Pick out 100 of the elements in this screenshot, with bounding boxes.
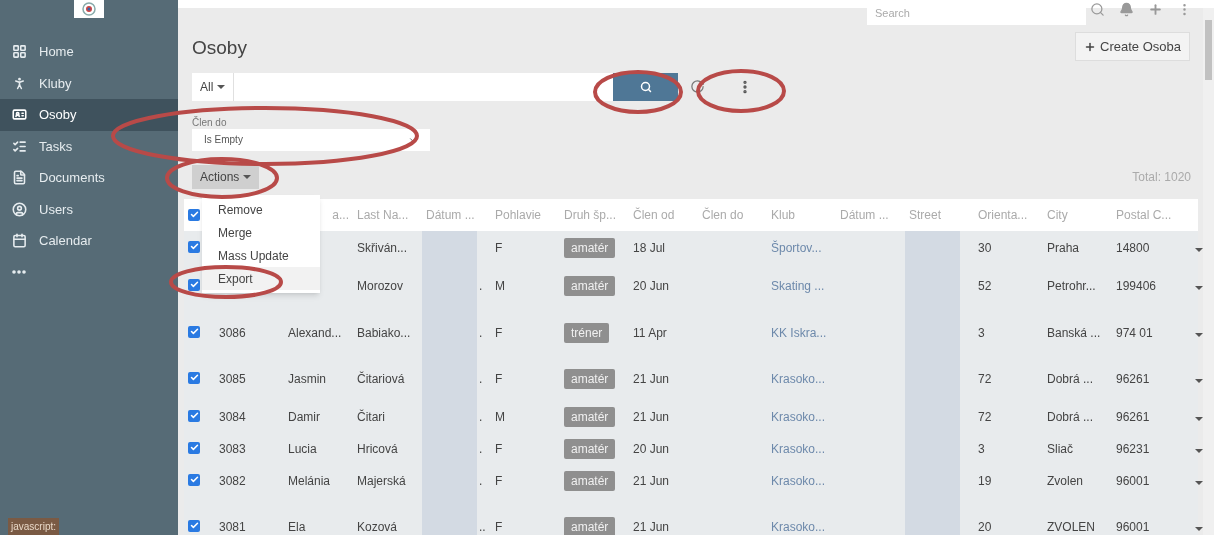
table-cell-text: Melánia <box>288 472 331 490</box>
club-link[interactable]: Krasoko... <box>771 369 826 388</box>
nav-item[interactable]: Calendar <box>0 225 178 257</box>
bell-icon[interactable] <box>1119 2 1134 17</box>
table-cell-text: 20 Jun <box>633 440 670 458</box>
nav-icon <box>12 44 27 60</box>
club-link[interactable]: Krasoko... <box>771 407 826 426</box>
table-cell-text: Ela <box>288 518 306 535</box>
club-link[interactable]: Krasoko... <box>771 471 826 490</box>
table-cell-text: Zvolen <box>1047 472 1084 490</box>
table-cell-text: . <box>479 408 483 426</box>
checkbox[interactable] <box>188 371 200 384</box>
table-cell-text: F <box>495 239 503 257</box>
nav-item[interactable]: Tasks <box>0 130 178 162</box>
table-cell-text: F <box>495 440 503 458</box>
nav-item[interactable]: Home <box>0 36 178 68</box>
menu-item[interactable]: Remove <box>202 198 320 221</box>
table-cell-text: M <box>495 408 505 426</box>
reset-icon[interactable] <box>690 79 705 94</box>
table-cell-text: 96001 <box>1116 518 1150 535</box>
column-header: Dátum ... <box>426 206 475 224</box>
column-header: Člen do <box>702 206 744 224</box>
scope-dropdown[interactable]: All <box>192 72 235 101</box>
club-link[interactable]: KK Iskra... <box>771 323 827 342</box>
table-cell-text: Morozov <box>357 277 403 295</box>
type-tag: amatér <box>564 237 616 258</box>
create-button[interactable]: Create Osoba <box>1075 32 1190 61</box>
table-cell-text: Dobrá ... <box>1047 370 1094 388</box>
checkbox[interactable] <box>188 519 200 532</box>
type-tag: tréner <box>564 322 610 343</box>
table-cell-text: Majerská <box>357 472 406 490</box>
menu-item[interactable]: Merge <box>202 221 320 244</box>
type-tag: amatér <box>564 516 616 535</box>
table-cell-text: Kozová <box>357 518 398 535</box>
type-tag: amatér <box>564 275 616 296</box>
checkbox[interactable] <box>188 278 200 291</box>
table-cell-text: Babiako... <box>357 324 411 342</box>
club-link[interactable]: Krasoko... <box>771 439 826 458</box>
table-cell-text: Praha <box>1047 239 1080 257</box>
caret-icon <box>217 84 226 89</box>
table-cell-text: 18 Jul <box>633 239 666 257</box>
filter-select[interactable]: Is Empty <box>192 128 430 151</box>
search-icon <box>639 80 652 93</box>
table-cell-text: 14800 <box>1116 239 1150 257</box>
nav-item[interactable]: Documents <box>0 162 178 194</box>
filter-label: Člen do <box>192 116 228 129</box>
redacted-block <box>905 230 960 269</box>
table-cell-text: F <box>495 370 503 388</box>
table-cell-text: 52 <box>978 277 992 295</box>
checkbox[interactable] <box>188 473 200 486</box>
table-cell-text: . <box>479 370 483 388</box>
column-header: Dátum ... <box>840 206 889 224</box>
column-header: Last Na... <box>357 206 409 224</box>
table-cell-text: 3083 <box>219 440 246 458</box>
table-cell-text: F <box>495 518 503 535</box>
table-cell-text: Banská ... <box>1047 324 1101 342</box>
table-cell-text: 72 <box>978 370 992 388</box>
column-header: Street <box>909 206 941 224</box>
table-cell-text: Čitariová <box>357 370 405 388</box>
plus-icon <box>1084 40 1097 53</box>
type-tag: amatér <box>564 438 616 459</box>
checkbox[interactable] <box>188 325 200 338</box>
plus-icon[interactable] <box>1148 2 1163 17</box>
table-cell-text: 11 Apr <box>633 324 667 342</box>
club-link[interactable]: Športov... <box>771 238 822 257</box>
table-cell-text: . <box>479 472 483 490</box>
table-cell-text: 20 <box>978 518 992 535</box>
nav-icon <box>12 75 27 91</box>
table-cell-text: 96261 <box>1116 370 1150 388</box>
actions-button[interactable]: Actions <box>192 164 260 189</box>
nav-item[interactable]: Users <box>0 193 178 225</box>
nav-icon <box>12 233 27 249</box>
type-tag: amatér <box>564 470 616 491</box>
table-cell-text: . <box>479 440 483 458</box>
table-cell-text: F <box>495 472 503 490</box>
club-link[interactable]: Skating ... <box>771 276 825 295</box>
checkbox[interactable] <box>188 441 200 454</box>
nav-item[interactable]: Kluby <box>0 67 178 99</box>
checkbox[interactable] <box>188 409 200 422</box>
menu-item[interactable]: Mass Update <box>202 244 320 267</box>
nav-icon <box>12 170 27 186</box>
club-link[interactable]: Krasoko... <box>771 517 826 535</box>
column-header: Postal C... <box>1116 206 1172 224</box>
table-cell-text: Hricová <box>357 440 398 458</box>
nav-item[interactable]: Osoby <box>0 99 178 131</box>
type-tag: amatér <box>564 406 616 427</box>
column-header: Druh šp... <box>564 206 617 224</box>
checkbox[interactable] <box>188 208 200 221</box>
table-cell-text: . <box>479 277 483 295</box>
column-header: Orienta... <box>978 206 1028 224</box>
table-cell-text: 20 Jun <box>633 277 670 295</box>
checkbox[interactable] <box>188 240 200 253</box>
table-cell-text: Lucia <box>288 440 317 458</box>
search-icon[interactable] <box>1090 2 1105 17</box>
table-cell-text: .. <box>479 518 486 535</box>
table-cell-text: Alexand... <box>288 324 342 342</box>
more-icon <box>12 269 26 274</box>
status-tooltip: javascript: <box>8 518 59 535</box>
table-cell-text: 3 <box>978 324 985 342</box>
table-cell-text: 3084 <box>219 408 246 426</box>
